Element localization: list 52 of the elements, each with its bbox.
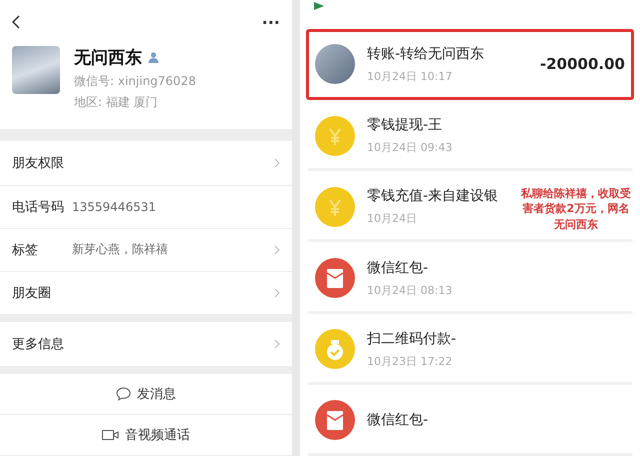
settings-row[interactable]: 朋友权限 [0, 140, 292, 186]
chat-bubble-icon [116, 386, 131, 401]
region: 地区: 福建 厦门 [74, 94, 159, 111]
transaction-title: 扫二维码付款- [367, 330, 456, 348]
row-value: 13559446531 [72, 200, 157, 214]
row-label: 电话号码 [12, 198, 65, 216]
transaction-row[interactable]: 转账-转给无问西东 10月24日 10:17 -20000.00 [306, 28, 634, 100]
transaction-amount: -20000.00 [540, 55, 625, 74]
more-button[interactable]: ··· [262, 12, 280, 32]
row-label: 标签 [12, 242, 39, 259]
row-value: 新芽心燕，陈祥禧 [72, 241, 169, 258]
action-button[interactable]: 发消息 [0, 374, 292, 415]
transaction-time: 10月24日 08:13 [367, 282, 452, 298]
row-label: 朋友权限 [12, 154, 65, 172]
transaction-row[interactable]: 微信红包- 10月24日 08:13 [306, 242, 634, 314]
row-label: 更多信息 [12, 336, 65, 353]
transaction-row[interactable]: 零钱提现-王 10月24日 09:43 [306, 100, 634, 172]
chevron-icon [274, 244, 280, 255]
chevron-icon [274, 158, 280, 168]
wechat-id: 微信号: xinjing76028 [74, 73, 196, 90]
transaction-title: 微信红包- [367, 258, 428, 276]
back-icon[interactable] [12, 15, 20, 29]
transaction-row[interactable]: 微信红包- [306, 384, 634, 456]
transaction-title: 零钱充值-来自建设银 [367, 187, 498, 206]
transaction-time: 10月24日 [367, 211, 417, 226]
chevron-icon [274, 288, 280, 298]
envelope-icon [315, 400, 355, 440]
transaction-title: 微信红包- [367, 411, 428, 430]
transaction-title: 转账-转给无问西东 [367, 44, 484, 63]
transaction-row[interactable]: 扫二维码付款- 10月23日 17:22 [306, 314, 634, 385]
avatar-icon [315, 44, 355, 84]
settings-row[interactable]: 更多信息 [0, 322, 292, 367]
row-label: 朋友圈 [12, 284, 52, 302]
video-camera-icon [102, 428, 119, 441]
flag-icon [314, 2, 324, 10]
settings-row[interactable]: 标签 新芽心燕，陈祥禧 [0, 228, 292, 272]
coin-icon [315, 116, 355, 156]
transaction-title: 零钱提现-王 [367, 116, 442, 134]
coin-icon [315, 186, 355, 227]
settings-row[interactable]: 电话号码 13559446531 [0, 186, 292, 229]
transaction-time: 10月24日 10:17 [367, 68, 452, 84]
annotation-text: 私聊给陈祥禧，收取受害者货款2万元，网名无问西东 [520, 186, 632, 232]
transaction-time: 10月23日 17:22 [367, 354, 452, 369]
person-icon [148, 52, 159, 63]
contact-name: 无问西东 [74, 47, 142, 69]
settings-row[interactable]: 朋友圈 [0, 272, 292, 315]
action-button[interactable]: 音视频通话 [0, 414, 292, 456]
transaction-time: 10月24日 09:43 [367, 140, 452, 156]
photo-placeholder [12, 46, 60, 94]
chevron-icon [274, 338, 280, 349]
envelope-icon [315, 258, 355, 298]
money-bag-icon [315, 329, 355, 370]
